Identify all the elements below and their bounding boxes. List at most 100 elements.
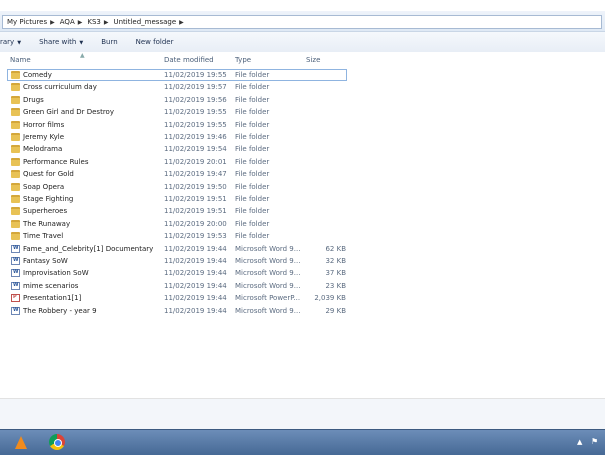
date-modified: 11/02/2019 19:44 xyxy=(164,294,227,303)
chevron-down-icon: ▼ xyxy=(79,40,84,46)
folder-icon xyxy=(11,108,20,117)
breadcrumb-item-my-pictures[interactable]: My Pictures xyxy=(7,18,47,26)
file-name: The Robbery - year 9 xyxy=(23,306,97,315)
folder-row[interactable]: Stage Fighting 11/02/2019 19:51 File folde… xyxy=(0,193,605,205)
file-type: File folder xyxy=(235,182,270,191)
file-name: Soap Opera xyxy=(23,182,65,191)
file-row[interactable]: Fantasy SoW 11/02/2019 19:44 Microsoft Wor… xyxy=(0,255,605,267)
breadcrumb-item-ks3[interactable]: KS3 xyxy=(87,18,101,26)
powerpoint-document-icon xyxy=(11,294,20,303)
include-in-library-button[interactable]: rary ▼ xyxy=(0,38,21,46)
date-modified: 11/02/2019 19:57 xyxy=(164,83,227,92)
address-bar[interactable]: My Pictures ▶ AQA ▶ KS3 ▶ Untitled_messa… xyxy=(0,11,605,32)
folder-icon xyxy=(11,207,20,216)
folder-row[interactable]: The Runaway 11/02/2019 20:00 File folder xyxy=(0,218,605,230)
folder-row[interactable]: Comedy 11/02/2019 19:55 File folder xyxy=(0,69,605,81)
chrome-icon[interactable] xyxy=(46,433,70,452)
file-size: 32 KB xyxy=(325,257,346,265)
folder-row[interactable]: Green Girl and Dr Destroy 11/02/2019 19:5… xyxy=(0,106,605,118)
date-modified: 11/02/2019 20:01 xyxy=(164,157,227,166)
library-button-label: rary xyxy=(0,38,15,46)
word-document-icon xyxy=(11,257,20,265)
folder-icon xyxy=(11,133,20,141)
folder-row[interactable]: Cross curriculum day 11/02/2019 19:57 File… xyxy=(0,81,605,93)
file-type: Microsoft Word 9... xyxy=(235,257,301,265)
column-header-date-modified[interactable]: Date modified xyxy=(164,56,214,64)
date-modified: 11/02/2019 19:51 xyxy=(164,195,227,203)
file-size: 23 KB xyxy=(325,281,346,290)
breadcrumb-separator-icon[interactable]: ▶ xyxy=(179,19,184,26)
file-row[interactable]: Improvisation SoW 11/02/2019 19:44 Microso… xyxy=(0,267,605,279)
file-row[interactable]: mime scenarios 11/02/2019 19:44 Microsoft … xyxy=(0,280,605,292)
burn-button[interactable]: Burn xyxy=(101,38,117,46)
file-name: Fame_and_Celebrity[1] Documentary xyxy=(23,244,154,253)
date-modified: 11/02/2019 19:47 xyxy=(164,170,227,179)
file-type: Microsoft Word 9... xyxy=(235,269,301,278)
date-modified: 11/02/2019 19:44 xyxy=(164,269,227,278)
date-modified: 11/02/2019 19:55 xyxy=(164,71,227,79)
folder-icon xyxy=(11,170,20,179)
breadcrumb-separator-icon[interactable]: ▶ xyxy=(104,19,109,26)
vlc-icon[interactable] xyxy=(10,433,34,452)
file-type: File folder xyxy=(235,195,270,203)
folder-row[interactable]: Melodrama 11/02/2019 19:54 File folder xyxy=(0,143,605,155)
folder-row[interactable]: Soap Opera 11/02/2019 19:50 File folder xyxy=(0,181,605,193)
folder-row[interactable]: Performance Rules 11/02/2019 20:01 File fo… xyxy=(0,156,605,168)
file-name: Jeremy Kyle xyxy=(23,133,65,141)
breadcrumb-separator-icon[interactable]: ▶ xyxy=(50,19,55,26)
file-type: File folder xyxy=(235,170,270,179)
folder-icon xyxy=(11,145,20,154)
file-name: Quest for Gold xyxy=(23,170,74,179)
folder-row[interactable]: Time Travel 11/02/2019 19:53 File folder xyxy=(0,230,605,242)
show-hidden-icons-icon[interactable]: ▲ xyxy=(577,438,582,446)
file-type: Microsoft PowerP... xyxy=(235,294,301,303)
word-document-icon xyxy=(11,281,20,290)
new-folder-button[interactable]: New folder xyxy=(136,38,174,46)
folder-row[interactable]: Drugs 11/02/2019 19:56 File folder xyxy=(0,94,605,106)
file-type: Microsoft Word 9... xyxy=(235,306,301,315)
file-row[interactable]: The Robbery - year 9 11/02/2019 19:44 Micr… xyxy=(0,305,605,317)
file-name: Improvisation SoW xyxy=(23,269,89,278)
folder-row[interactable]: Horror films 11/02/2019 19:55 File folder xyxy=(0,119,605,131)
column-header-type[interactable]: Type xyxy=(235,56,251,64)
share-with-button[interactable]: Share with ▼ xyxy=(39,38,83,46)
column-header-name[interactable]: Name xyxy=(10,56,31,64)
column-header-size[interactable]: Size xyxy=(306,56,320,64)
breadcrumb[interactable]: My Pictures ▶ AQA ▶ KS3 ▶ Untitled_messa… xyxy=(2,15,602,29)
folder-row[interactable]: Superheroes 11/02/2019 19:51 File folder xyxy=(0,205,605,217)
folder-icon xyxy=(11,219,20,228)
file-size: 29 KB xyxy=(325,306,346,315)
file-name: Superheroes xyxy=(23,207,68,216)
folder-icon xyxy=(11,157,20,166)
file-name: Fantasy SoW xyxy=(23,257,68,265)
folder-row[interactable]: Jeremy Kyle 11/02/2019 19:46 File folder xyxy=(0,131,605,143)
date-modified: 11/02/2019 19:44 xyxy=(164,306,227,315)
word-document-icon xyxy=(11,306,20,315)
file-row[interactable]: Presentation1[1] 11/02/2019 19:44 Microsof… xyxy=(0,292,605,304)
date-modified: 11/02/2019 19:44 xyxy=(164,244,227,253)
file-type: Microsoft Word 9... xyxy=(235,281,301,290)
date-modified: 11/02/2019 19:53 xyxy=(164,232,227,241)
chevron-down-icon: ▼ xyxy=(17,40,22,46)
file-type: File folder xyxy=(235,83,270,92)
date-modified: 11/02/2019 19:51 xyxy=(164,207,227,216)
file-size: 2,039 KB xyxy=(314,294,346,303)
file-row[interactable]: Fame_and_Celebrity[1] Documentary 11/02/2… xyxy=(0,243,605,255)
folder-icon xyxy=(11,232,20,241)
file-type: File folder xyxy=(235,108,270,117)
breadcrumb-item-untitled-message[interactable]: Untitled_message xyxy=(113,18,176,26)
action-center-flag-icon[interactable]: ⚑ xyxy=(591,437,598,446)
folder-row[interactable]: Quest for Gold 11/02/2019 19:47 File folde… xyxy=(0,168,605,180)
date-modified: 11/02/2019 20:00 xyxy=(164,219,227,228)
folder-icon xyxy=(11,83,20,92)
date-modified: 11/02/2019 19:50 xyxy=(164,182,227,191)
file-type: File folder xyxy=(235,145,270,154)
details-pane xyxy=(0,399,605,429)
file-name: The Runaway xyxy=(23,219,71,228)
breadcrumb-separator-icon[interactable]: ▶ xyxy=(78,19,83,26)
breadcrumb-item-aqa[interactable]: AQA xyxy=(60,18,75,26)
file-type: File folder xyxy=(235,219,270,228)
folder-icon xyxy=(11,182,20,191)
file-name: Drugs xyxy=(23,95,44,104)
word-document-icon xyxy=(11,269,20,278)
